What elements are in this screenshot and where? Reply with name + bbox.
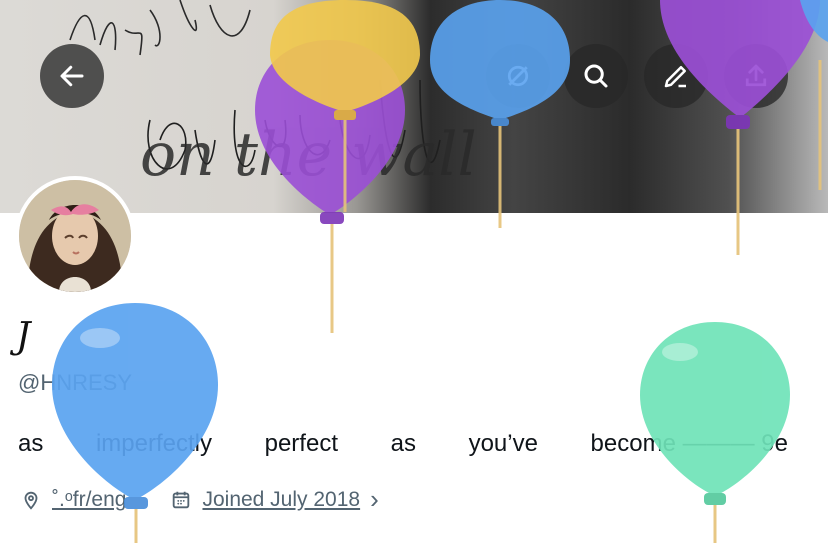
chevron-right-icon[interactable]: › — [370, 484, 379, 515]
share-button[interactable] — [724, 44, 788, 108]
search-icon — [584, 64, 608, 88]
bio: as imperfectly perfect as you’ve become … — [18, 430, 788, 458]
location-link[interactable]: ˚.ᵒfr/eng — [52, 488, 126, 512]
search-button[interactable] — [564, 44, 628, 108]
back-button[interactable] — [40, 44, 104, 108]
avatar[interactable] — [15, 176, 135, 296]
bio-word: as — [18, 430, 44, 457]
bio-word: imperfectly — [95, 430, 212, 457]
bio-word: perfect — [264, 430, 338, 457]
calendar-icon — [173, 491, 190, 508]
profile-banner[interactable]: on the wall — [0, 0, 828, 213]
bio-word: you’ve — [468, 430, 538, 457]
arrow-left-icon — [60, 65, 84, 87]
share-icon — [745, 64, 767, 87]
bio-word: as — [390, 430, 416, 457]
banner-script-decoration: on the wall — [69, 0, 477, 190]
bio-word: become ——— 9e — [590, 430, 788, 457]
grok-button[interactable] — [486, 44, 550, 108]
profile-meta: ˚.ᵒfr/eng Joined July 2018 › — [20, 484, 379, 515]
svg-text:on the wall: on the wall — [140, 120, 477, 190]
edit-button[interactable] — [644, 44, 708, 108]
display-name: J — [16, 316, 31, 357]
grok-icon — [507, 65, 529, 87]
edit-icon — [664, 66, 686, 88]
username-handle: @HNRESY — [18, 370, 133, 395]
joined-date-link[interactable]: Joined July 2018 — [202, 488, 360, 512]
avatar-portrait — [19, 180, 131, 292]
location-pin-icon — [24, 491, 38, 510]
